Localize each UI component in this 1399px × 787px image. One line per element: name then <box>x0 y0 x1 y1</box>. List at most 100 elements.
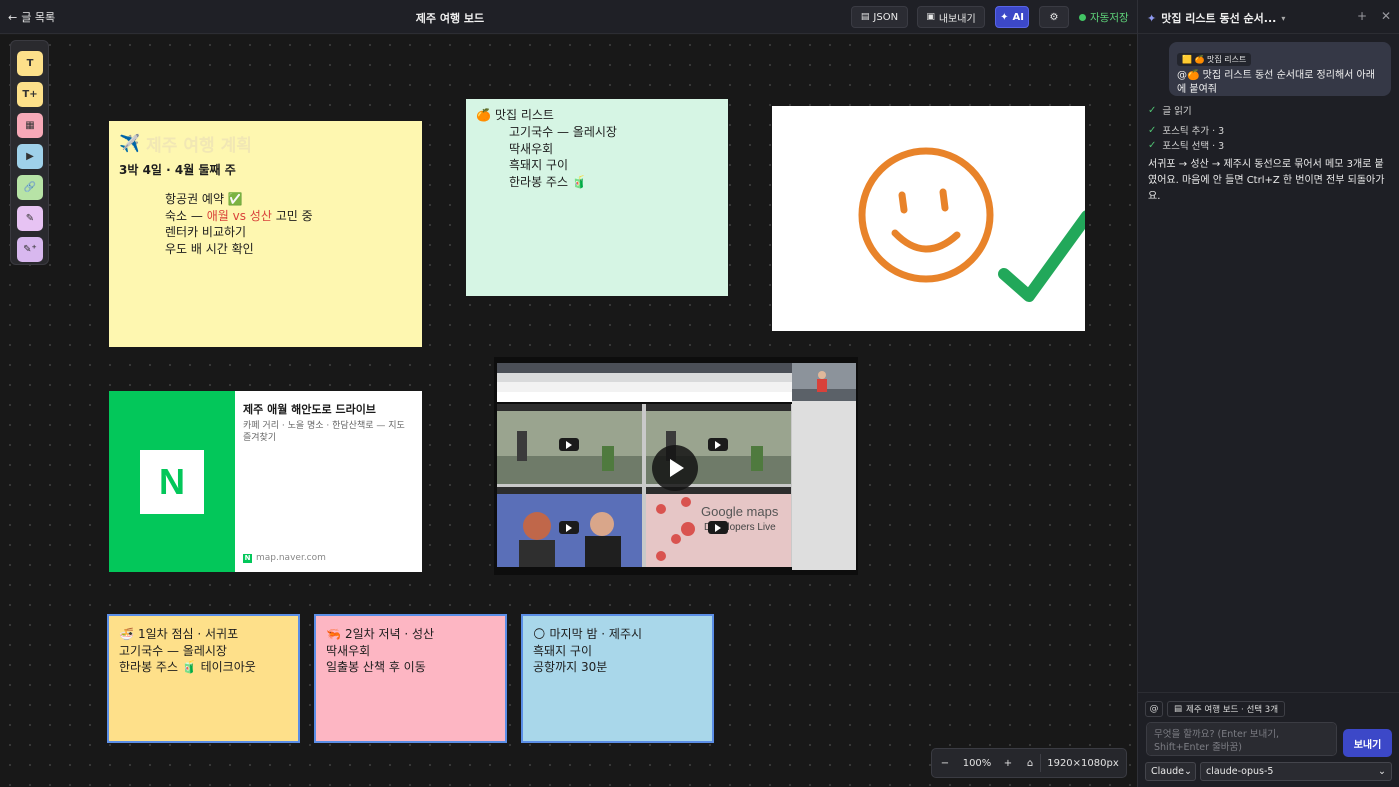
selection-context-label: 제주 여행 보드 · 선택 3개 <box>1186 705 1279 715</box>
check-icon: ✓ <box>1148 124 1157 136</box>
food-list: 고기국수 — 올레시장 딱새우회 흑돼지 구이 한라봉 주스 🧃 <box>509 124 718 190</box>
text-tool-button[interactable]: T <box>17 51 43 76</box>
last-night-note[interactable]: 🌕 마지막 밤 · 제주시 흑돼지 구이 공항까지 30분 <box>521 614 714 743</box>
link-icon: 🔗 <box>23 182 37 193</box>
plan-subtitle: 3박 4일 · 4월 둘째 주 <box>119 163 236 177</box>
provider-select[interactable]: Claude ⌄ <box>1145 762 1196 781</box>
image-icon: ▦ <box>25 120 35 131</box>
food-note-title-text: 맛집 리스트 <box>494 108 554 122</box>
list-item: 고기국수 — 올레시장 <box>509 125 617 139</box>
play-icon: ▶ <box>26 151 34 162</box>
new-chat-icon[interactable]: + <box>1357 9 1367 23</box>
noodle-icon: 🍜 <box>119 627 134 641</box>
zoom-control: − 100% + ⌂ 1920×1080px <box>931 748 1127 778</box>
mention-button[interactable]: @ <box>1145 701 1163 717</box>
prompt-input[interactable] <box>1146 722 1337 756</box>
gear-icon: ⚙ <box>1049 11 1059 23</box>
video-play-button[interactable] <box>652 445 698 491</box>
user-message-text: @🍊 맛집 리스트 동선 순서대로 정리해서 아래에 붙여줘 <box>1177 70 1375 95</box>
airplane-icon: ✈️ <box>119 133 141 154</box>
text-add-tool-button[interactable]: T+ <box>17 82 43 107</box>
sparkle-icon: ✦ <box>1147 11 1157 25</box>
tangerine-icon: 🍊 <box>476 107 491 122</box>
json-label: JSON <box>873 11 899 23</box>
day-line: 공항까지 30분 <box>533 660 608 674</box>
canvas-size-label: 1920×1080px <box>1047 757 1119 769</box>
link-url: N map.naver.com <box>243 553 326 563</box>
day2-dinner-note[interactable]: 🦐 2일차 저녁 · 성산 딱새우회 일출봉 산책 후 이동 <box>314 614 507 743</box>
file-icon: ▤ <box>1174 704 1183 714</box>
selection-context-chip[interactable]: ▤ 제주 여행 보드 · 선택 3개 <box>1167 701 1286 717</box>
pen-icon: ✎ <box>25 213 35 224</box>
list-item: 딱새우회 <box>509 141 554 156</box>
video-browser-url-bar <box>497 382 794 392</box>
list-item: 항공권 예약 ✅ <box>165 192 243 206</box>
send-button[interactable]: 보내기 <box>1343 729 1392 757</box>
export-label: 내보내기 <box>938 13 976 25</box>
composer: @ ▤ 제주 여행 보드 · 선택 3개 보내기 Claude ⌄ claude… <box>1138 692 1399 787</box>
play-icon <box>708 521 728 534</box>
text-tool-icon: T <box>26 58 34 69</box>
video-browser-header <box>497 392 794 402</box>
board-canvas[interactable]: T T+ ▦ ▶ 🔗 ✎ ✎⁺ ✈️ 제주 여행 계획 3박 4일 · 4월 둘… <box>0 35 1137 787</box>
zoom-level[interactable]: 100% <box>958 749 996 777</box>
day-line: 고기국수 — 올레시장 <box>119 643 227 658</box>
model-value: claude-opus-5 <box>1206 766 1274 777</box>
naver-map-link-card[interactable]: N 제주 애월 해안도로 드라이브 카페 거리 · 노을 명소 · 한담산책로 … <box>109 391 422 572</box>
video-embed[interactable]: Google maps Developers Live <box>494 357 858 575</box>
model-select[interactable]: claude-opus-5 ⌄ <box>1200 762 1392 781</box>
magic-pen-tool-button[interactable]: ✎⁺ <box>17 237 43 262</box>
video-browser-tabs <box>497 373 794 382</box>
plus-icon: + <box>1003 757 1013 769</box>
zoom-in-button[interactable]: + <box>996 749 1020 777</box>
pen-tool-button[interactable]: ✎ <box>17 206 43 231</box>
trip-plan-note[interactable]: ✈️ 제주 여행 계획 3박 4일 · 4월 둘째 주 항공권 예약 ✅ 숙소 … <box>109 121 422 347</box>
json-button[interactable]: ▤ JSON <box>851 6 908 28</box>
zoom-out-button[interactable]: − <box>932 749 958 777</box>
plan-title: ✈️ 제주 여행 계획 <box>119 131 412 157</box>
settings-button[interactable]: ⚙ <box>1039 6 1069 28</box>
smiley-drawing-card[interactable] <box>772 106 1085 331</box>
check-icon: ✓ <box>1148 104 1157 116</box>
text-add-icon: T+ <box>22 89 38 100</box>
zoom-reset-button[interactable]: ⌂ <box>1020 749 1040 777</box>
restaurant-list-note[interactable]: 🍊 맛집 리스트 고기국수 — 올레시장 딱새우회 흑돼지 구이 한라봉 주스 … <box>466 99 728 296</box>
link-tool-button[interactable]: 🔗 <box>17 175 43 200</box>
step-label: 포스틱 추가 · 3 <box>1162 126 1225 137</box>
board-title: 제주 여행 보드 <box>415 12 485 25</box>
day-title-text: 2일차 저녁 · 성산 <box>344 627 435 641</box>
day1-lunch-note[interactable]: 🍜 1일차 점심 · 서귀포 고기국수 — 올레시장 한라봉 주스 🧃 테이크아웃 <box>107 614 300 743</box>
day-line: 일출봉 산책 후 이동 <box>326 660 426 674</box>
list-item: 한라봉 주스 🧃 <box>509 174 587 189</box>
day-title-text: 마지막 밤 · 제주시 <box>549 627 643 641</box>
naver-favicon-icon: N <box>243 553 252 563</box>
ai-button[interactable]: ✦ AI <box>995 6 1029 28</box>
export-button[interactable]: ▣ 내보내기 <box>917 6 985 28</box>
image-tool-button[interactable]: ▦ <box>17 113 43 138</box>
sparkle-icon: ✦ <box>1000 11 1009 23</box>
link-title: 제주 애월 해안도로 드라이브 <box>243 403 376 416</box>
ai-label: AI <box>1012 11 1024 23</box>
check-icon: ✓ <box>1148 139 1157 151</box>
link-description: 카페 거리 · 노을 명소 · 한담산책로 — 지도 즐겨찾기 <box>243 421 405 443</box>
smiley-check-drawing-icon <box>858 147 1085 302</box>
naver-logo-icon: N <box>140 449 204 514</box>
context-chip: 🟨 🍊 맛집 리스트 <box>1177 53 1252 66</box>
close-icon[interactable]: ✕ <box>1381 9 1391 23</box>
video-tool-button[interactable]: ▶ <box>17 144 43 169</box>
play-icon <box>559 521 579 534</box>
step-label: 포스틱 선택 · 3 <box>1162 141 1225 152</box>
moon-icon: 🌕 <box>533 627 546 641</box>
video-thumbnail-grid: Google maps Developers Live <box>497 404 792 567</box>
day-line: 흑돼지 구이 <box>533 643 593 658</box>
step-add: ✓ 포스틱 추가 · 3 <box>1148 123 1225 138</box>
maps-title-text: Google maps <box>701 504 779 519</box>
plan-title-text: 제주 여행 계획 <box>146 136 252 156</box>
minus-icon: − <box>940 757 950 769</box>
provider-value: Claude <box>1151 766 1184 777</box>
list-item: 숙소 — 애월 vs 성산 고민 중 <box>165 208 313 223</box>
video-speaker-cam <box>792 363 856 401</box>
step-read: ✓ 글 읽기 <box>1148 103 1192 118</box>
step-label: 글 읽기 <box>1162 106 1192 117</box>
conversation-title[interactable]: ✦ 맛집 리스트 동선 순서... ▾ <box>1147 10 1285 26</box>
